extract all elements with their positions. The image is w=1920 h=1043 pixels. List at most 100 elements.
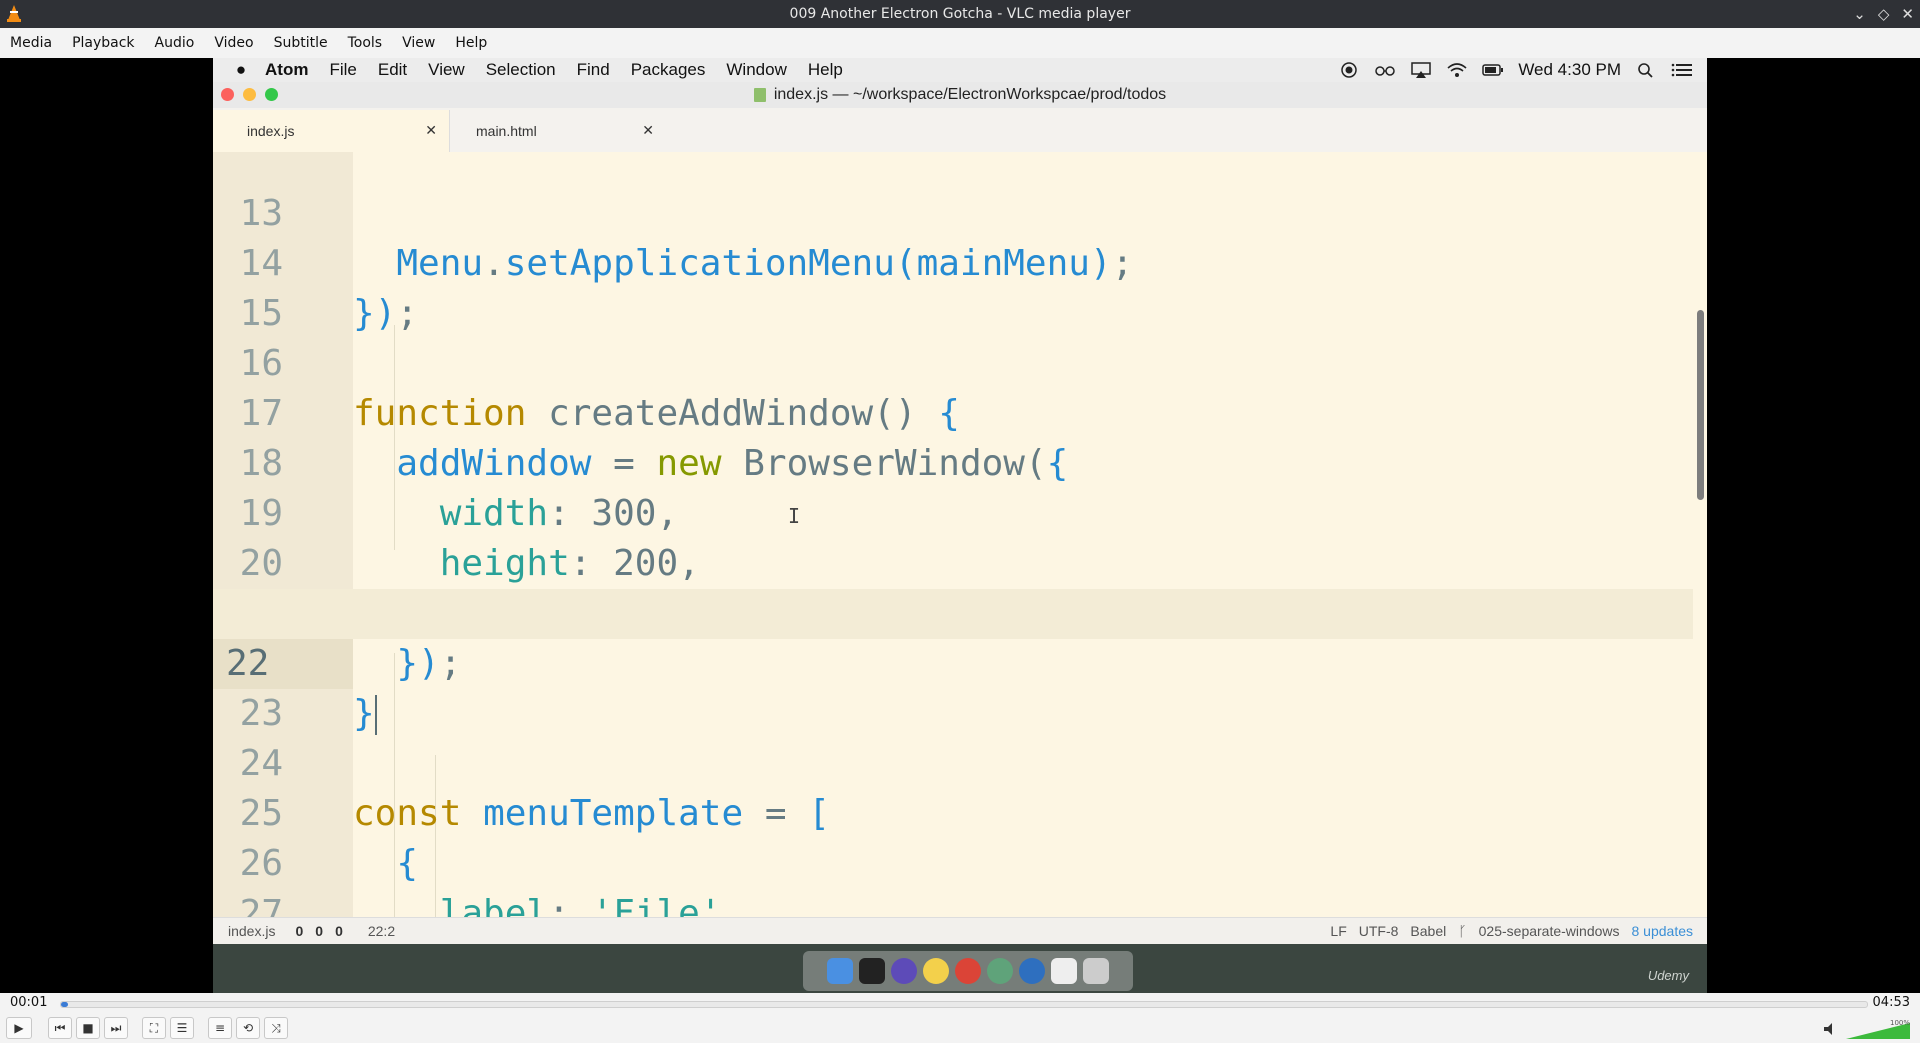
- code-line: 26 label: 'File',: [213, 789, 1693, 917]
- atom-app-icon: [987, 958, 1013, 984]
- menu-audio[interactable]: Audio: [145, 35, 205, 51]
- code-line: 24 const menuTemplate = [: [213, 689, 1693, 834]
- menu-playback[interactable]: Playback: [62, 35, 144, 51]
- playlist-button[interactable]: ≡: [208, 1017, 232, 1039]
- record-icon: [1341, 62, 1358, 78]
- menu-video[interactable]: Video: [204, 35, 263, 51]
- terminal-icon: [859, 958, 885, 984]
- status-count: 0: [295, 923, 304, 939]
- mac-clock: Wed 4:30 PM: [1518, 60, 1621, 79]
- git-branch: 025-separate-windows: [1478, 923, 1620, 939]
- mac-menu-window: Window: [726, 60, 787, 79]
- chrome-icon: [955, 958, 981, 984]
- mac-menu-help: Help: [807, 60, 843, 79]
- wifi-icon: [1447, 63, 1467, 77]
- code-line: 17 addWindow = new BrowserWindow({: [213, 339, 1693, 484]
- close-window-icon: [221, 88, 234, 101]
- time-elapsed: 00:01: [10, 995, 48, 1010]
- seek-slider[interactable]: [60, 1001, 1868, 1008]
- seek-row: 00:01 04:53: [0, 993, 1920, 1013]
- volume-control[interactable]: 100%: [1822, 1017, 1912, 1041]
- mac-menu-find: Find: [576, 60, 610, 79]
- code-line: 21 });: [213, 539, 1693, 684]
- vlc-menu-bar: Media Playback Audio Video Subtitle Tool…: [0, 28, 1920, 58]
- time-total: 04:53: [1872, 995, 1910, 1010]
- playback-controls: ▶ ⏮ ■ ⏭ ⛶ ☰ ≡ ⟲ ⤨ 100%: [0, 1013, 1920, 1043]
- code-line-current: 22 }: [213, 589, 1693, 735]
- next-button[interactable]: ⏭: [104, 1017, 128, 1039]
- extended-settings-button[interactable]: ☰: [170, 1017, 194, 1039]
- mac-menu-edit: Edit: [377, 60, 408, 79]
- window-title: 009 Another Electron Gotcha - VLC media …: [789, 6, 1131, 22]
- finder-icon: [827, 958, 853, 984]
- code-line: 20 title: 'Add New Todo': [213, 489, 1693, 634]
- menu-help[interactable]: Help: [445, 35, 497, 51]
- spotlight-search-icon: [1638, 63, 1653, 78]
- tab-main-html: main.html ✕: [450, 110, 666, 152]
- line-ending: LF: [1330, 923, 1347, 939]
- code-line: 14 });: [213, 189, 1693, 334]
- tab-label: main.html: [476, 123, 537, 139]
- atom-title-bar: index.js — ~/workspace/ElectronWorkspcae…: [213, 82, 1707, 108]
- menu-tools[interactable]: Tools: [338, 35, 393, 51]
- mac-menu-selection: Selection: [485, 60, 556, 79]
- video-frame: ● Atom File Edit View Selection Find Pac…: [213, 58, 1707, 993]
- mac-menu-view: View: [428, 60, 465, 79]
- shuffle-button[interactable]: ⤨: [264, 1017, 288, 1039]
- code-line: 18 width: 300,: [213, 389, 1693, 534]
- video-area[interactable]: ● Atom File Edit View Selection Find Pac…: [0, 58, 1920, 993]
- code-line: 15: [213, 239, 1693, 334]
- play-button[interactable]: ▶: [6, 1017, 32, 1039]
- macos-menu-bar: ● Atom File Edit View Selection Find Pac…: [213, 58, 1707, 82]
- tab-index-js: index.js ✕: [213, 110, 450, 152]
- grammar: Babel: [1410, 923, 1447, 939]
- close-tab-icon: ✕: [642, 122, 654, 138]
- cursor-position: 22:2: [367, 923, 396, 939]
- updates-badge: 8 updates: [1631, 923, 1694, 939]
- loop-button[interactable]: ⟲: [236, 1017, 260, 1039]
- close-tab-icon: ✕: [425, 122, 437, 138]
- volume-label: 100%: [1890, 1019, 1910, 1027]
- status-count: 0: [335, 923, 343, 939]
- code-line: 25 {: [213, 739, 1693, 884]
- code-editor: 13 Menu.setApplicationMenu(mainMenu); 14…: [213, 152, 1707, 917]
- fullscreen-button[interactable]: ⛶: [142, 1017, 166, 1039]
- maximize-icon[interactable]: ◇: [1878, 5, 1890, 23]
- speaker-icon: [1824, 1023, 1832, 1035]
- airplay-icon: [1411, 62, 1432, 78]
- atom-window: index.js — ~/workspace/ElectronWorkspcae…: [213, 82, 1707, 944]
- menu-subtitle[interactable]: Subtitle: [264, 35, 338, 51]
- vlc-title-bar: 009 Another Electron Gotcha - VLC media …: [0, 0, 1920, 28]
- editor-scrollbar: [1697, 310, 1704, 500]
- code-line: 16 function createAddWindow() {: [213, 289, 1693, 434]
- emoji-app-icon: [923, 958, 949, 984]
- status-bar: index.js 0 0 0 22:2 LF UTF-8 Babel ᚴ 025…: [213, 917, 1707, 944]
- apple-icon: ●: [235, 60, 247, 79]
- feather-app-icon: [891, 958, 917, 984]
- mac-menu-packages: Packages: [630, 60, 706, 79]
- documents-icon: [1051, 958, 1077, 984]
- tab-bar: index.js ✕ main.html ✕: [213, 108, 1707, 153]
- seek-fill: [61, 1002, 69, 1007]
- trash-icon: [1083, 958, 1109, 984]
- file-icon: [753, 88, 766, 102]
- mouse-ibeam-cursor: I: [788, 504, 801, 528]
- status-file: index.js: [228, 923, 276, 939]
- mac-menu-app: Atom: [265, 60, 309, 79]
- stop-button[interactable]: ■: [76, 1017, 100, 1039]
- macos-dock: [803, 951, 1133, 991]
- menu-view[interactable]: View: [392, 35, 445, 51]
- udemy-watermark: Udemy: [1647, 968, 1689, 983]
- minimize-window-icon: [243, 88, 256, 101]
- close-icon[interactable]: ✕: [1901, 5, 1914, 23]
- code-line: 23: [213, 639, 1693, 734]
- code-line: 13 Menu.setApplicationMenu(mainMenu);: [213, 152, 1693, 284]
- git-branch-icon: ᚴ: [1458, 923, 1467, 939]
- previous-button[interactable]: ⏮: [48, 1017, 72, 1039]
- tab-label: index.js: [247, 123, 295, 139]
- menu-media[interactable]: Media: [0, 35, 62, 51]
- code-line: 28 {: [213, 889, 1693, 917]
- minimize-icon[interactable]: ⌄: [1853, 5, 1866, 23]
- encoding: UTF-8: [1358, 923, 1399, 939]
- zoom-window-icon: [265, 88, 278, 101]
